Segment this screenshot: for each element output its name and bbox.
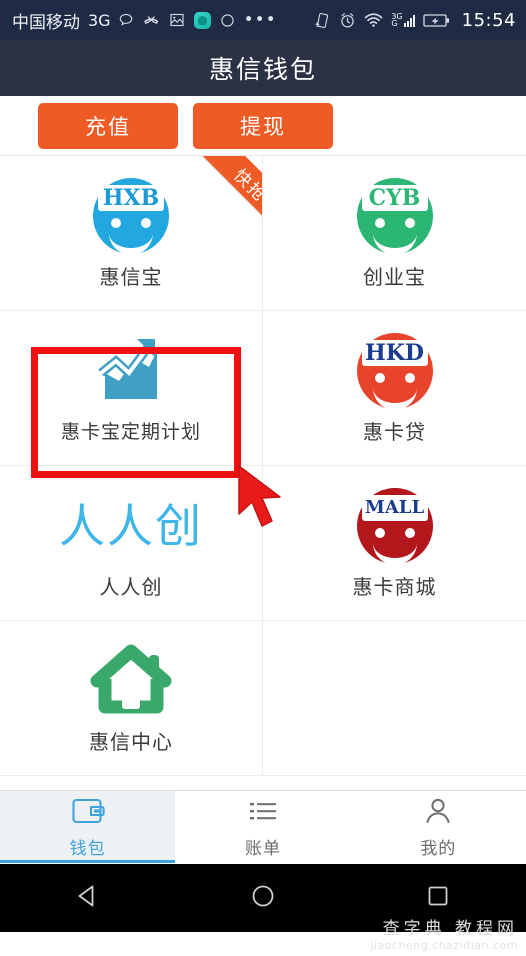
tab-wallet[interactable]: 钱包 bbox=[0, 791, 176, 863]
chart-logo-icon bbox=[91, 333, 171, 411]
app-title-bar: 惠信钱包 bbox=[0, 40, 526, 96]
action-bar: 充值 提现 bbox=[0, 96, 526, 156]
footer-area: 查字典 教程网 jiaocheng.chazidian.com bbox=[0, 920, 526, 956]
grid-item[interactable]: 惠卡宝定期计划 bbox=[0, 311, 263, 466]
grid-item-logo: HXB bbox=[93, 177, 169, 255]
message-bubble-icon bbox=[118, 12, 134, 28]
nav-recents-button[interactable] bbox=[390, 876, 486, 920]
product-grid: HXB 惠信宝 快抢 CYB 创业宝 惠卡宝定期计划 HKD 惠卡贷 人人创 人人创 MALL 惠卡商… bbox=[0, 156, 526, 776]
grid-item-logo: 人人创 bbox=[59, 487, 203, 565]
smiley-logo-icon: CYB bbox=[356, 177, 433, 255]
grid-item[interactable]: CYB 创业宝 bbox=[263, 156, 526, 311]
grid-item-empty bbox=[263, 621, 526, 776]
circle-icon bbox=[220, 13, 235, 28]
grid-item-label: 创业宝 bbox=[363, 264, 426, 289]
status-bar-left: 中国移动 3G bbox=[12, 8, 111, 33]
grid-item-label: 惠信宝 bbox=[99, 264, 163, 289]
more-dots-icon: ••• bbox=[243, 10, 277, 30]
wifi-icon bbox=[364, 12, 383, 28]
tab-wallet-label: 钱包 bbox=[69, 838, 106, 859]
missed-call-icon bbox=[143, 12, 160, 28]
recharge-button[interactable]: 充值 bbox=[38, 102, 178, 149]
grid-item[interactable]: 惠信中心 bbox=[0, 621, 263, 776]
clock-label: 15:54 bbox=[461, 9, 516, 31]
bottom-tab-bar: 钱包 账单 我的 bbox=[0, 790, 526, 863]
list-icon bbox=[246, 796, 280, 830]
grid-item[interactable]: HXB 惠信宝 快抢 bbox=[0, 156, 263, 311]
grid-item-label: 惠卡商城 bbox=[352, 574, 437, 599]
grid-item-label: 惠信中心 bbox=[89, 729, 173, 754]
app-badge-icon bbox=[193, 11, 211, 29]
page-title: 惠信钱包 bbox=[208, 55, 317, 84]
gallery-icon bbox=[169, 12, 185, 28]
grid-item-logo: MALL bbox=[356, 487, 433, 565]
watermark-line-2: jiaocheng.chazidian.com bbox=[370, 939, 518, 952]
home-circle-icon bbox=[248, 881, 278, 915]
person-icon bbox=[421, 796, 455, 830]
recents-square-icon bbox=[423, 881, 453, 915]
grid-item-label: 人人创 bbox=[99, 574, 163, 599]
smiley-logo-icon: HKD bbox=[356, 332, 433, 410]
back-triangle-icon bbox=[73, 881, 103, 915]
watermark-line-1: 查字典 教程网 bbox=[382, 919, 518, 939]
signal-label-bottom: G bbox=[391, 19, 398, 28]
alarm-clock-icon bbox=[339, 12, 356, 29]
grid-item-logo bbox=[91, 333, 171, 411]
promo-ribbon: 快抢 bbox=[166, 156, 262, 252]
network-type-label: 3G bbox=[88, 10, 111, 30]
signal-3g-icon: 3G G bbox=[391, 13, 415, 28]
withdraw-button[interactable]: 提现 bbox=[193, 102, 333, 149]
tab-mine-label: 我的 bbox=[420, 838, 457, 859]
battery-icon bbox=[422, 13, 450, 28]
vibrate-icon bbox=[314, 12, 331, 29]
phone-screen: 中国移动 3G ••• 3G G 15:54 惠信钱包 充值 提现 HXB 惠信… bbox=[0, 0, 526, 956]
house-logo-icon bbox=[89, 641, 173, 721]
nav-home-button[interactable] bbox=[215, 876, 311, 920]
grid-item[interactable]: 人人创 人人创 bbox=[0, 466, 263, 621]
status-bar: 中国移动 3G ••• 3G G 15:54 bbox=[0, 0, 526, 40]
status-bar-right: 3G G 15:54 bbox=[314, 10, 516, 31]
grid-item[interactable]: MALL 惠卡商城 bbox=[263, 466, 526, 621]
wallet-icon bbox=[71, 796, 105, 830]
nav-back-button[interactable] bbox=[40, 876, 136, 920]
watermark: 查字典 教程网 jiaocheng.chazidian.com bbox=[370, 919, 518, 953]
tab-bills[interactable]: 账单 bbox=[175, 791, 350, 863]
grid-item-logo: HKD bbox=[356, 332, 433, 410]
tab-bills-label: 账单 bbox=[244, 838, 281, 859]
grid-item-label: 惠卡宝定期计划 bbox=[60, 420, 201, 443]
text-logo: 人人创 bbox=[59, 498, 203, 553]
grid-item-label: 惠卡贷 bbox=[363, 419, 426, 444]
smiley-logo-icon: HXB bbox=[93, 177, 169, 255]
grid-item[interactable]: HKD 惠卡贷 bbox=[263, 311, 526, 466]
smiley-logo-icon: MALL bbox=[356, 487, 433, 565]
carrier-label: 中国移动 bbox=[12, 12, 80, 33]
status-bar-notifications: ••• bbox=[118, 10, 315, 30]
grid-item-logo: CYB bbox=[356, 177, 433, 255]
grid-item-logo bbox=[89, 642, 173, 720]
tab-mine[interactable]: 我的 bbox=[351, 791, 526, 863]
